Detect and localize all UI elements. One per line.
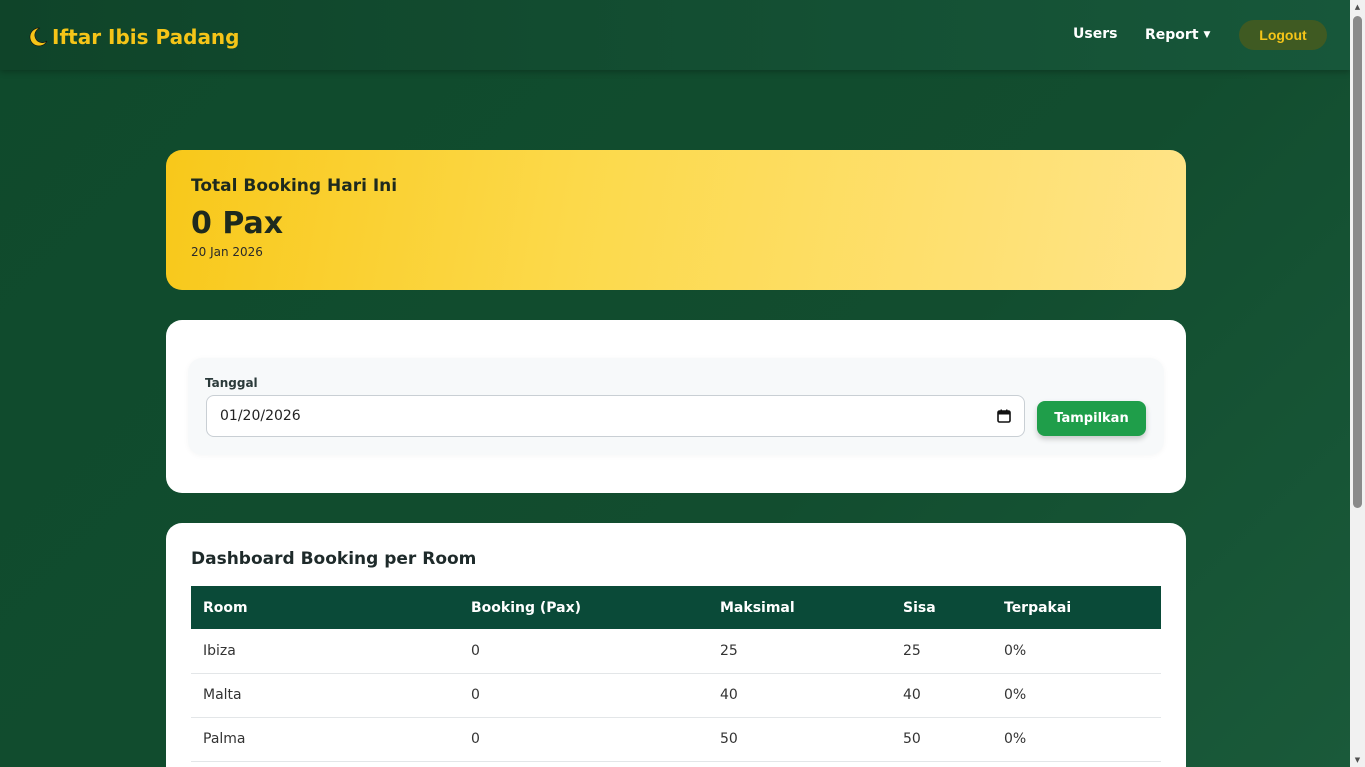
cell-maksimal: 50 <box>708 717 891 762</box>
column-header-terpakai: Terpakai <box>992 586 1161 629</box>
column-header-booking: Booking (Pax) <box>459 586 708 629</box>
booking-table-card: Dashboard Booking per Room Room Booking … <box>166 523 1186 767</box>
show-button[interactable]: Tampilkan <box>1037 401 1146 436</box>
cell-booking: 0 <box>459 673 708 718</box>
cell-terpakai: 0% <box>992 673 1161 718</box>
cell-room: Palma <box>191 717 459 762</box>
nav-users-link[interactable]: Users <box>1073 26 1117 42</box>
cell-sisa: 25 <box>891 629 992 674</box>
logout-button[interactable]: Logout <box>1239 20 1327 50</box>
cell-sisa: 50 <box>891 717 992 762</box>
cell-room: Malta <box>191 673 459 718</box>
nav-report-dropdown[interactable]: Report ▼ <box>1145 27 1210 43</box>
scroll-up-arrow-icon[interactable]: ▲ <box>1350 0 1365 14</box>
table-row: Palma 0 50 50 0% <box>191 717 1161 762</box>
cell-terpakai: 0% <box>992 717 1161 762</box>
scrollbar[interactable]: ▲ ▼ <box>1350 0 1365 767</box>
summary-title: Total Booking Hari Ini <box>191 176 398 196</box>
table-row: Malta 0 40 40 0% <box>191 673 1161 718</box>
calendar-icon[interactable] <box>997 409 1011 423</box>
total-booking-card: Total Booking Hari Ini 0 Pax 20 Jan 2026 <box>166 150 1186 290</box>
filter-form: Tanggal 01/20/2026 Tampilkan <box>188 358 1164 455</box>
summary-value: 0 Pax <box>191 206 284 241</box>
filter-card: Tanggal 01/20/2026 Tampilkan <box>166 320 1186 493</box>
column-header-maksimal: Maksimal <box>708 586 891 629</box>
caret-down-icon: ▼ <box>1203 30 1211 40</box>
scrollbar-thumb[interactable] <box>1353 16 1362 508</box>
column-header-room: Room <box>191 586 459 629</box>
date-input[interactable]: 01/20/2026 <box>206 395 1025 437</box>
brand[interactable]: Iftar Ibis Padang <box>26 22 240 52</box>
cell-maksimal: 25 <box>708 629 891 674</box>
navbar: Iftar Ibis Padang Users Report ▼ Logout <box>0 0 1350 70</box>
table-row: Ibiza 0 25 25 0% <box>191 629 1161 674</box>
cell-sisa: 40 <box>891 673 992 718</box>
booking-table: Room Booking (Pax) Maksimal Sisa Terpaka… <box>191 586 1161 762</box>
brand-name: Iftar Ibis Padang <box>52 25 240 49</box>
cell-terpakai: 0% <box>992 629 1161 674</box>
table-header-row: Room Booking (Pax) Maksimal Sisa Terpaka… <box>191 586 1161 629</box>
date-input-value: 01/20/2026 <box>220 408 301 424</box>
scroll-down-arrow-icon[interactable]: ▼ <box>1350 753 1365 767</box>
column-header-sisa: Sisa <box>891 586 992 629</box>
cell-room: Ibiza <box>191 629 459 674</box>
cell-maksimal: 40 <box>708 673 891 718</box>
cell-booking: 0 <box>459 717 708 762</box>
crescent-moon-icon <box>26 25 50 49</box>
nav-report-label: Report <box>1145 27 1199 43</box>
table-title: Dashboard Booking per Room <box>191 549 477 569</box>
summary-date: 20 Jan 2026 <box>191 245 263 259</box>
date-label: Tanggal <box>205 376 258 390</box>
cell-booking: 0 <box>459 629 708 674</box>
